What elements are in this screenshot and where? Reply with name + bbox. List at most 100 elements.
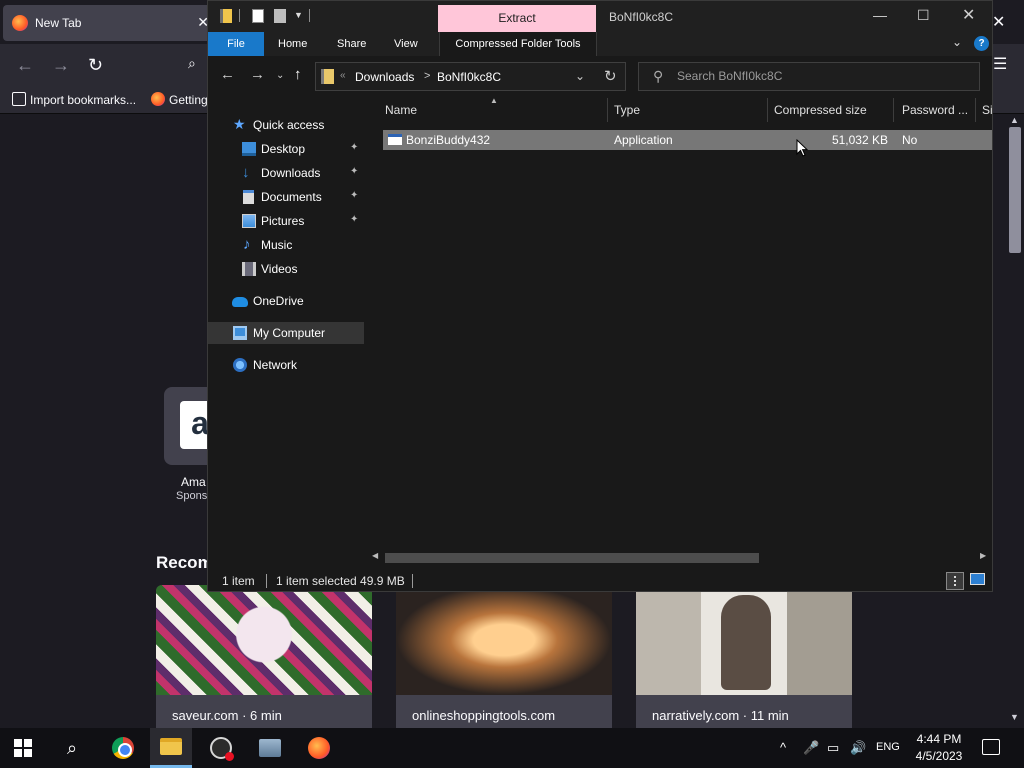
start-button[interactable] (10, 735, 36, 761)
app-taskbar-button[interactable] (257, 735, 283, 761)
nav-item-downloads[interactable]: ↓ Downloads ✦ (208, 162, 364, 184)
address-input[interactable]: « Downloads > BoNfI0kc8C ⌄ ↻ (315, 62, 626, 91)
column-divider[interactable] (607, 98, 608, 122)
title-bar: ▼ Extract BoNfI0kc8C — ☐ ✕ (208, 1, 992, 32)
nav-item-desktop[interactable]: Desktop ✦ (208, 138, 364, 160)
bookmark-import[interactable]: Import bookmarks... (12, 92, 136, 107)
browser-close-icon[interactable]: ✕ (992, 12, 1005, 32)
nav-item-documents[interactable]: Documents ✦ (208, 186, 364, 208)
column-password[interactable]: Password ... (902, 103, 968, 117)
column-type[interactable]: Type (614, 103, 640, 117)
bookmark-getting-started[interactable]: Getting (151, 92, 208, 107)
nav-item-music[interactable]: ♪ Music (208, 234, 364, 256)
details-view-icon[interactable] (946, 572, 964, 590)
recent-locations-icon[interactable]: ⌄ (276, 70, 284, 81)
nav-item-label: Pictures (261, 214, 305, 228)
minimize-icon[interactable]: — (873, 7, 887, 23)
recorder-taskbar-button[interactable] (208, 735, 234, 761)
input-language[interactable]: ENG (876, 741, 900, 753)
browser-tab-title: New Tab (35, 16, 82, 30)
properties-icon[interactable] (252, 9, 264, 23)
column-divider[interactable] (893, 98, 894, 122)
file-explorer-taskbar-button[interactable] (150, 728, 192, 768)
overflow-chevron-icon[interactable]: « (340, 70, 346, 81)
scroll-right-arrow-icon[interactable]: ▶ (980, 551, 986, 560)
nav-item-label: Desktop (261, 142, 306, 156)
notification-center-icon[interactable] (982, 739, 1000, 755)
new-folder-icon[interactable] (274, 9, 286, 23)
network-icon (233, 358, 247, 372)
nav-item-pictures[interactable]: Pictures ✦ (208, 210, 364, 232)
tab-home[interactable]: Home (266, 32, 319, 56)
search-input[interactable] (677, 69, 967, 83)
import-icon (12, 92, 26, 106)
clock-date[interactable]: 4/5/2023 (910, 749, 968, 763)
story-card[interactable]: onlineshoppingtools.com (396, 585, 612, 728)
show-hidden-icons-chevron-icon[interactable]: ^ (780, 740, 786, 755)
nav-item-videos[interactable]: Videos (208, 258, 364, 280)
story-image (636, 585, 852, 695)
tab-file[interactable]: File (208, 32, 264, 56)
hamburger-menu-icon[interactable]: ☰ (993, 54, 1007, 74)
firefox-taskbar-button[interactable] (306, 735, 332, 761)
chrome-taskbar-button[interactable] (110, 735, 136, 761)
scroll-left-arrow-icon[interactable]: ◀ (372, 551, 378, 560)
search-icon[interactable]: ⌕ (188, 55, 196, 72)
story-card[interactable]: saveur.com · 6 min (156, 585, 372, 728)
browser-tab-new-tab[interactable]: New Tab ✕ (3, 5, 213, 41)
extract-context-tab[interactable]: Extract (438, 5, 596, 32)
nav-item-network[interactable]: Network (208, 354, 364, 376)
address-dropdown-icon[interactable]: ⌄ (575, 69, 585, 83)
nav-item-label: OneDrive (253, 294, 304, 308)
refresh-icon[interactable]: ↻ (604, 67, 617, 85)
column-compressed-size[interactable]: Compressed size (774, 103, 867, 117)
table-row[interactable]: BonziBuddy432 Application 51,032 KB No (383, 130, 992, 150)
search-box[interactable]: ⚲ (638, 62, 980, 91)
microphone-icon[interactable]: 🎤 (803, 740, 819, 756)
breadcrumb-current-folder[interactable]: BoNfI0kc8C (437, 70, 501, 84)
breadcrumb-downloads[interactable]: Downloads (355, 70, 414, 84)
back-arrow-icon[interactable]: ← (220, 66, 235, 83)
network-icon[interactable]: ▭ (827, 740, 839, 756)
column-name[interactable]: Name (385, 103, 417, 117)
nav-item-label: Quick access (253, 118, 325, 132)
tab-view[interactable]: View (382, 32, 430, 56)
column-divider[interactable] (767, 98, 768, 122)
scrollbar-thumb[interactable] (385, 553, 759, 563)
nav-item-my-computer[interactable]: My Computer (208, 322, 364, 344)
scrollbar-thumb[interactable] (1009, 127, 1021, 253)
nav-item-quick-access[interactable]: ★ Quick access (208, 114, 364, 136)
help-icon[interactable]: ? (974, 36, 989, 51)
large-icons-view-icon[interactable] (970, 573, 985, 585)
forward-arrow-icon[interactable]: → (250, 66, 265, 83)
column-divider[interactable] (975, 98, 976, 122)
recording-app-icon (210, 737, 234, 761)
page-scrollbar[interactable]: ▲ ▼ (1006, 115, 1024, 728)
back-arrow-icon[interactable]: ← (16, 55, 34, 76)
tab-compressed-folder-tools[interactable]: Compressed Folder Tools (439, 32, 597, 56)
documents-icon (243, 190, 254, 204)
maximize-icon[interactable]: ☐ (917, 7, 930, 24)
breadcrumb-separator-icon[interactable]: > (424, 70, 430, 82)
volume-icon[interactable]: 🔊 (850, 740, 866, 756)
scroll-up-arrow-icon[interactable]: ▲ (1010, 115, 1019, 125)
search-icon[interactable]: ⌕ (59, 735, 85, 761)
story-card[interactable]: narratively.com · 11 min (636, 585, 852, 728)
forward-arrow-icon[interactable]: → (52, 55, 70, 76)
pin-icon: ✦ (350, 214, 359, 225)
folder-icon (160, 738, 182, 755)
tab-share[interactable]: Share (325, 32, 378, 56)
app-window-icon (259, 739, 281, 757)
scroll-down-arrow-icon[interactable]: ▼ (1010, 712, 1019, 722)
column-size[interactable]: Si (982, 103, 993, 117)
expand-ribbon-icon[interactable]: ⌄ (952, 35, 962, 49)
zip-folder-icon[interactable] (220, 9, 232, 23)
clock-time[interactable]: 4:44 PM (910, 732, 968, 746)
horizontal-scrollbar[interactable]: ◀ ▶ (366, 551, 992, 563)
videos-icon (242, 262, 256, 276)
nav-item-onedrive[interactable]: OneDrive (208, 290, 364, 312)
up-arrow-icon[interactable]: ↑ (294, 66, 302, 83)
close-icon[interactable]: ✕ (962, 5, 975, 25)
reload-icon[interactable]: ↻ (88, 55, 103, 76)
quick-access-dropdown-icon[interactable]: ▼ (294, 10, 303, 20)
